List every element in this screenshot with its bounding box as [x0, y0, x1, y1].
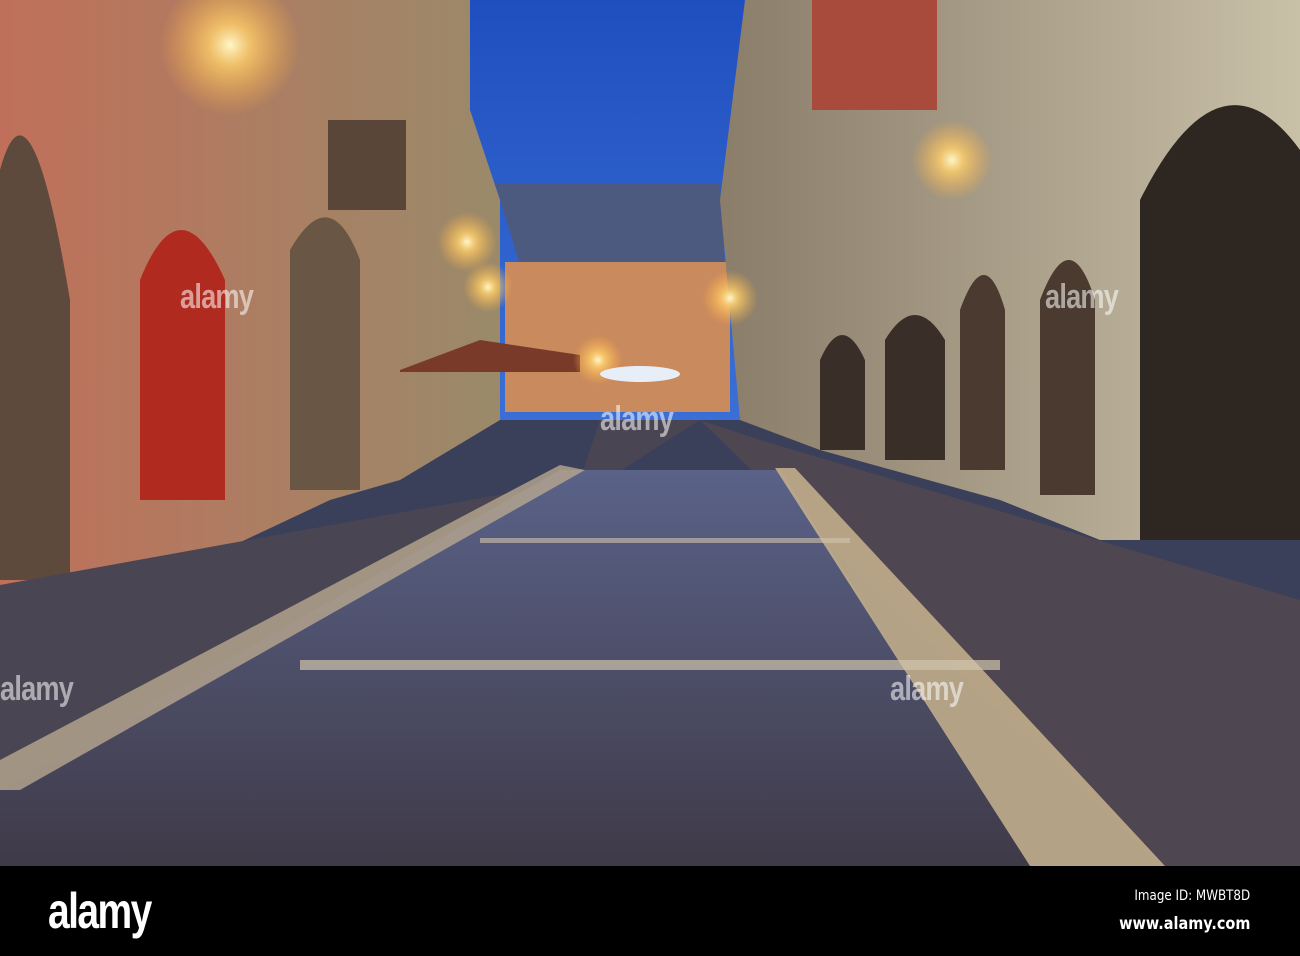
road-crossline-2	[480, 538, 850, 543]
watermark: alamy	[600, 400, 674, 438]
street-lamp	[912, 120, 992, 200]
street-photo: alamy alamy alamy alamy alamy	[0, 0, 1300, 866]
balcony	[328, 120, 406, 210]
right-arch-1	[820, 335, 865, 450]
street-lamp	[463, 262, 513, 312]
watermark: alamy	[1045, 278, 1119, 316]
back-building	[505, 262, 730, 412]
umbrella	[600, 366, 680, 382]
right-arch-3	[960, 275, 1005, 470]
red-facade	[812, 0, 937, 110]
footer-bar: alamy Image ID: MWBT8D www.alamy.com	[0, 866, 1300, 956]
watermark: alamy	[0, 670, 74, 708]
right-arch-5	[1140, 105, 1300, 540]
left-arch-2	[290, 217, 360, 491]
road-crossline	[300, 660, 1000, 670]
alamy-logo: alamy	[48, 883, 152, 939]
back-building-roof	[495, 183, 725, 265]
left-arch-red	[140, 230, 225, 500]
site-url: www.alamy.com	[1118, 914, 1250, 934]
watermark: alamy	[890, 670, 964, 708]
image-id: Image ID: MWBT8D	[1134, 888, 1250, 904]
right-arch-2	[885, 315, 945, 460]
watermark: alamy	[180, 278, 254, 316]
street-lamp	[702, 270, 758, 326]
